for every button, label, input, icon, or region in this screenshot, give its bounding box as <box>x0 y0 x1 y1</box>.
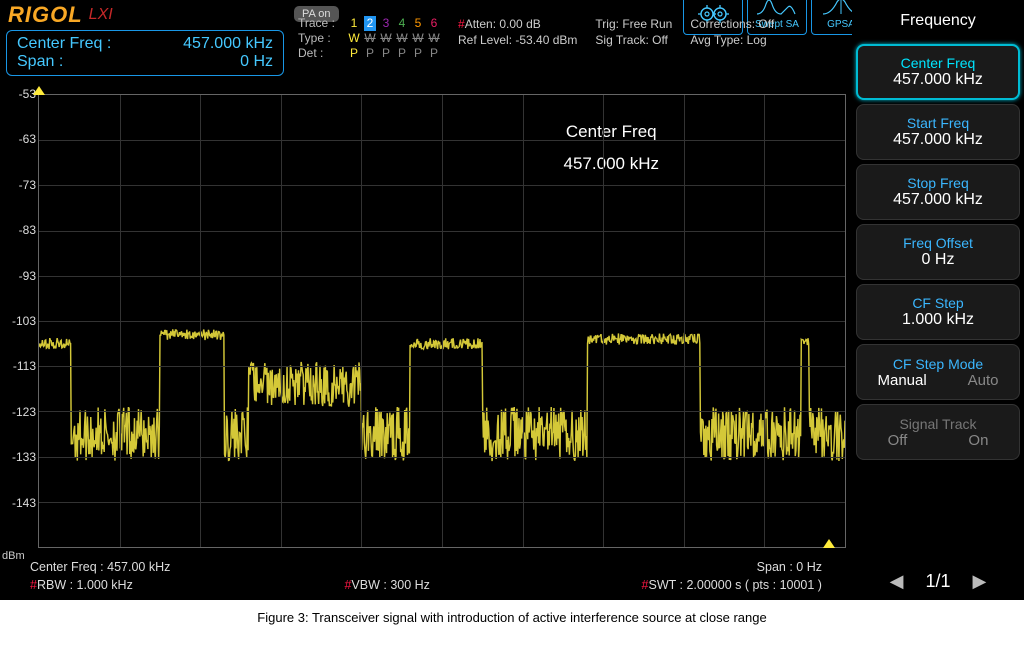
rbw-label: RBW : <box>37 578 77 592</box>
det-6: P <box>428 46 440 61</box>
softkey-cf-step[interactable]: CF Step 1.000 kHz <box>856 284 1020 340</box>
lxi-badge: LXI <box>89 6 113 24</box>
pager-text: 1/1 <box>925 571 950 592</box>
vbw-value: 300 Hz <box>390 578 430 592</box>
bottom-status: Center Freq : 457.00 kHz Span : 0 Hz #RB… <box>0 558 852 600</box>
center-freq-value: 457.000 kHz <box>183 35 273 53</box>
type-label: Type : <box>298 31 344 46</box>
softkey-signal-track[interactable]: Signal Track Off On <box>856 404 1020 460</box>
swt-label: SWT : <box>649 578 687 592</box>
det-5: P <box>412 46 424 61</box>
type-1: W <box>348 31 360 46</box>
type-3: W <box>380 31 392 46</box>
stop-freq-softkey-value: 457.000 kHz <box>893 191 983 209</box>
swt-value: 2.00000 s ( pts : 10001 ) <box>686 578 822 592</box>
det-1: P <box>348 46 360 61</box>
overlay-title: Center Freq <box>566 122 657 142</box>
plot-area[interactable]: -53-63-73-83-93-103-113-123-133-143 dBm … <box>0 88 852 558</box>
marker-bottom-right <box>823 539 835 548</box>
vbw-label: VBW : <box>351 578 390 592</box>
signal-track-title: Signal Track <box>899 416 976 432</box>
softkey-pager: ◀ 1/1 ▶ <box>856 565 1020 598</box>
start-freq-softkey-title: Start Freq <box>907 115 969 131</box>
center-freq-softkey-title: Center Freq <box>901 55 976 71</box>
freq-summary-box[interactable]: Center Freq : 457.000 kHz Span : 0 Hz <box>6 30 284 76</box>
freq-offset-softkey-value: 0 Hz <box>922 251 955 269</box>
y-axis-labels: -53-63-73-83-93-103-113-123-133-143 <box>0 88 38 558</box>
trace-info: Trace : 1 2 3 4 5 6 Type : W W W W <box>298 16 440 61</box>
rbw-value: 1.000 kHz <box>77 578 133 592</box>
trig-sig-info: Trig: Free Run Sig Track: Off <box>595 16 672 48</box>
trace-2[interactable]: 2 <box>364 16 376 31</box>
pager-next[interactable]: ▶ <box>973 571 987 592</box>
trace-6[interactable]: 6 <box>428 16 440 31</box>
det-2: P <box>364 46 376 61</box>
cf-step-softkey-title: CF Step <box>912 295 963 311</box>
marker-top-left <box>33 86 45 95</box>
det-4: P <box>396 46 408 61</box>
bottom-span: Span : 0 Hz <box>757 558 822 576</box>
pager-prev[interactable]: ◀ <box>890 571 904 592</box>
freq-offset-softkey-title: Freq Offset <box>903 235 973 251</box>
plot-grid: Center Freq 457.000 kHz <box>38 94 846 548</box>
type-6: W <box>428 31 440 46</box>
cf-step-mode-title: CF Step Mode <box>893 356 983 372</box>
softkey-panel: Frequency Center Freq 457.000 kHz Start … <box>852 0 1024 600</box>
softkey-header: Frequency <box>856 2 1020 40</box>
trace-4[interactable]: 4 <box>396 16 408 31</box>
det-3: P <box>380 46 392 61</box>
signal-track-off[interactable]: Off <box>888 432 908 449</box>
type-2: W <box>364 31 376 46</box>
brand-logo: RIGOL <box>8 2 83 28</box>
cf-step-mode-manual[interactable]: Manual <box>877 372 926 389</box>
det-label: Det : <box>298 46 344 61</box>
start-freq-softkey-value: 457.000 kHz <box>893 131 983 149</box>
cf-step-softkey-value: 1.000 kHz <box>902 311 974 329</box>
trace-1[interactable]: 1 <box>348 16 360 31</box>
type-5: W <box>412 31 424 46</box>
softkey-cf-step-mode[interactable]: CF Step Mode Manual Auto <box>856 344 1020 400</box>
stop-freq-softkey-title: Stop Freq <box>907 175 968 191</box>
center-freq-softkey-value: 457.000 kHz <box>893 71 983 89</box>
overlay-value: 457.000 kHz <box>564 154 659 174</box>
cf-step-mode-auto[interactable]: Auto <box>968 372 999 389</box>
figure-caption: Figure 3: Transceiver signal with introd… <box>0 610 1024 625</box>
signal-track-on[interactable]: On <box>968 432 988 449</box>
span-value: 0 Hz <box>240 53 273 71</box>
softkey-center-freq[interactable]: Center Freq 457.000 kHz <box>856 44 1020 100</box>
span-label: Span : <box>17 53 63 71</box>
type-4: W <box>396 31 408 46</box>
trace-5[interactable]: 5 <box>412 16 424 31</box>
bottom-center-freq: Center Freq : 457.00 kHz <box>30 558 170 576</box>
softkey-start-freq[interactable]: Start Freq 457.000 kHz <box>856 104 1020 160</box>
trace-3[interactable]: 3 <box>380 16 392 31</box>
corr-avg-info: Corrections: Off Avg Type: Log <box>690 16 774 48</box>
softkey-stop-freq[interactable]: Stop Freq 457.000 kHz <box>856 164 1020 220</box>
center-freq-label: Center Freq : <box>17 35 111 53</box>
trace-label: Trace : <box>298 16 344 31</box>
softkey-freq-offset[interactable]: Freq Offset 0 Hz <box>856 224 1020 280</box>
atten-ref-info: #Atten: 0.00 dB Ref Level: -53.40 dBm <box>458 16 577 48</box>
